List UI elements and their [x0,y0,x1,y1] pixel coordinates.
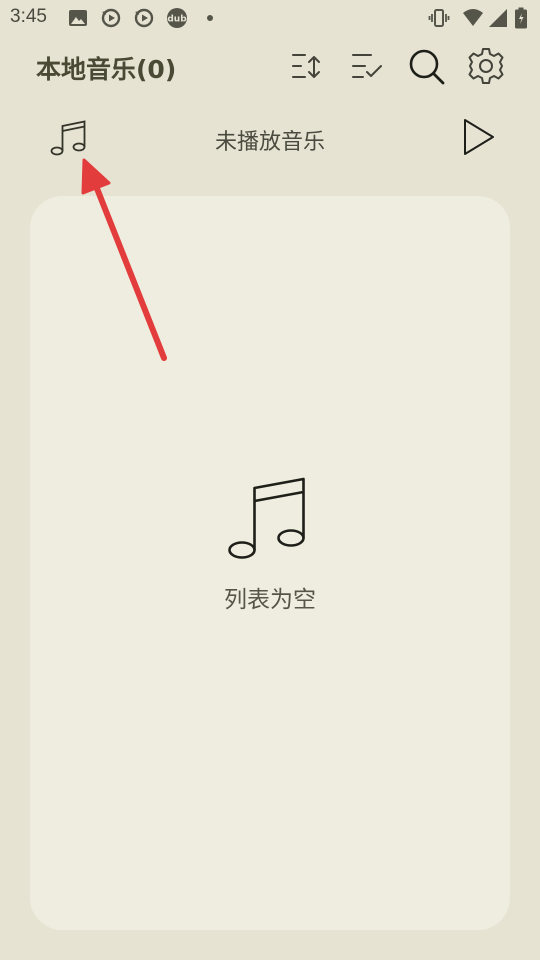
empty-list-message: 列表为空 [224,587,316,613]
now-playing-title[interactable]: 未播放音乐 [170,124,370,156]
search-button[interactable] [406,46,446,86]
image-icon [69,10,87,26]
page-title: 本地音乐(0) [36,55,177,84]
gear-icon [468,48,504,84]
sort-button[interactable] [286,46,326,86]
sort-icon [292,54,320,78]
play-icon [464,119,494,155]
dot-icon [207,15,213,21]
music-note-icon [228,477,305,559]
signal-icon [489,9,507,27]
play-button[interactable] [456,114,502,160]
screen: 3:45 dub 本地音乐(0) 未播放音乐 列表为空 [0,0,540,960]
dub-icon: dub [167,8,187,28]
sync-play-icon [134,8,154,28]
status-bar: 3:45 dub [0,0,540,36]
svg-text:dub: dub [167,15,187,25]
sync-play-icon [101,8,121,28]
multi-select-icon [352,54,382,78]
wifi-icon [463,9,483,26]
multi-select-button[interactable] [346,46,386,86]
search-icon [409,49,445,85]
now-playing-cover-button[interactable] [46,118,88,160]
settings-button[interactable] [466,46,506,86]
battery-icon [515,7,527,29]
vibrate-icon [428,9,450,27]
music-note-icon [50,120,86,156]
status-time: 3:45 [10,6,47,27]
